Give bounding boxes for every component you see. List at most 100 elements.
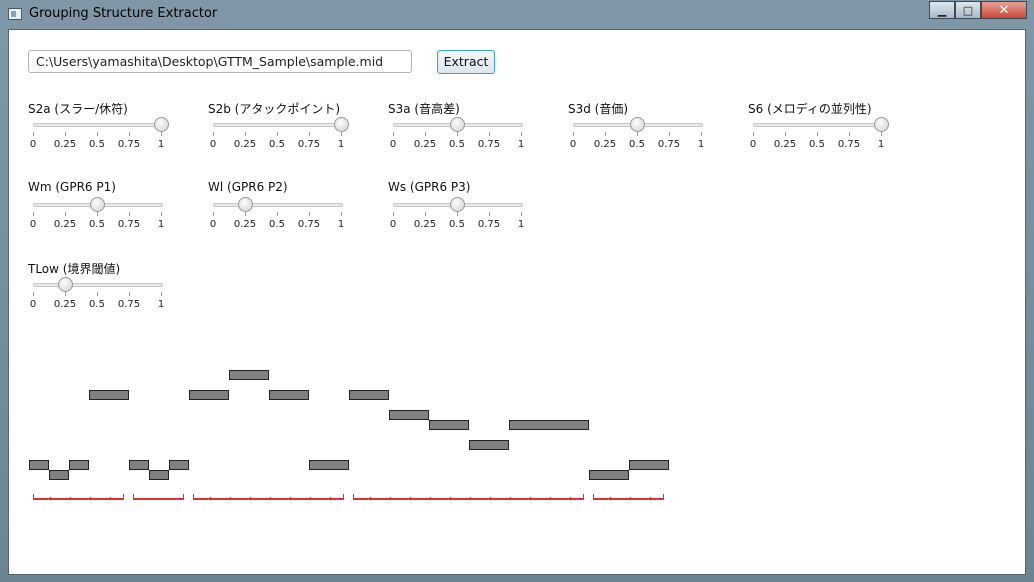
slider-tick-label: 0.5	[449, 219, 465, 230]
slider-label: Wl (GPR6 P2)	[208, 180, 288, 194]
slider-tick-label: 0	[389, 219, 397, 230]
slider-tick	[33, 292, 34, 296]
slider-tick-label: 0.5	[89, 219, 105, 230]
group-tick	[450, 497, 451, 500]
note-bar	[589, 470, 629, 480]
slider-s2a: S2a (スラー/休符) 0 0.25 0.5 0.75 1	[28, 100, 178, 160]
slider-tick	[669, 132, 670, 136]
close-icon: ✕	[998, 2, 1010, 18]
slider-label: S2a (スラー/休符)	[28, 102, 128, 116]
group-tick	[430, 497, 431, 500]
slider-tick	[425, 132, 426, 136]
slider-label: S3d (音価)	[568, 102, 629, 116]
group-tick	[570, 497, 571, 500]
note-bar	[629, 460, 669, 470]
note-bar	[149, 470, 169, 480]
slider-wl: Wl (GPR6 P2) 0 0.25 0.5 0.75 1	[208, 180, 358, 240]
slider-track[interactable]	[33, 123, 163, 127]
group-tick	[390, 497, 391, 500]
slider-tick-label: 1	[337, 139, 345, 150]
slider-tick-label: 1	[157, 219, 165, 230]
slider-tick-label: 0.75	[117, 139, 141, 150]
note-bar	[89, 390, 129, 400]
slider-tick-label: 0.25	[773, 139, 797, 150]
slider-thumb[interactable]	[90, 197, 105, 212]
slider-tick-label: 0.5	[269, 139, 285, 150]
slider-s2b: S2b (アタックポイント) 0 0.25 0.5 0.75 1	[208, 100, 358, 160]
slider-thumb[interactable]	[238, 197, 253, 212]
slider-tick-label: 0	[749, 139, 757, 150]
slider-tick	[213, 212, 214, 216]
slider-tick-label: 0.75	[837, 139, 861, 150]
slider-tick	[489, 132, 490, 136]
slider-label: S2b (アタックポイント)	[208, 102, 341, 116]
slider-tick	[605, 132, 606, 136]
file-path-input[interactable]: C:\Users\yamashita\Desktop\GTTM_Sample\s…	[28, 50, 412, 73]
slider-tick	[213, 132, 214, 136]
slider-tick-label: 0.75	[117, 219, 141, 230]
slider-tick	[277, 132, 278, 136]
group-tick	[510, 497, 511, 500]
slider-tick	[457, 212, 458, 216]
slider-tick-label: 0.5	[809, 139, 825, 150]
group-tick	[550, 497, 551, 500]
close-button[interactable]: ✕	[981, 1, 1027, 19]
extract-button[interactable]: Extract	[437, 50, 495, 74]
slider-thumb[interactable]	[450, 117, 465, 132]
slider-tick	[753, 132, 754, 136]
slider-thumb[interactable]	[450, 197, 465, 212]
note-bar	[429, 420, 469, 430]
slider-tlow: TLow (境界閾値) 0 0.25 0.5 0.75 1	[28, 260, 178, 320]
slider-thumb[interactable]	[58, 277, 73, 292]
slider-tick	[817, 132, 818, 136]
note-bar	[469, 440, 509, 450]
slider-track[interactable]	[33, 283, 163, 287]
slider-tick-label: 1	[517, 139, 525, 150]
group-tick	[210, 497, 211, 500]
group-bracket	[33, 494, 124, 500]
slider-tick	[161, 292, 162, 296]
maximize-button[interactable]: □	[955, 1, 981, 19]
slider-track[interactable]	[753, 123, 883, 127]
title-bar[interactable]: Grouping Structure Extractor ▁ □ ✕	[0, 0, 1034, 28]
note-bar	[169, 460, 189, 470]
group-tick	[470, 497, 471, 500]
note-bar	[509, 420, 589, 430]
slider-tick	[161, 132, 162, 136]
slider-tick-label: 0.75	[297, 219, 321, 230]
slider-tick-label: 1	[337, 219, 345, 230]
note-bar	[269, 390, 309, 400]
slider-track[interactable]	[213, 123, 343, 127]
slider-tick-label: 0	[209, 139, 217, 150]
slider-thumb[interactable]	[630, 117, 645, 132]
slider-tick	[521, 212, 522, 216]
minimize-button[interactable]: ▁	[929, 1, 955, 19]
slider-tick	[637, 132, 638, 136]
slider-tick-label: 0.75	[477, 219, 501, 230]
slider-tick-label: 0	[209, 219, 217, 230]
group-tick	[50, 497, 51, 500]
group-tick	[230, 497, 231, 500]
group-tick	[650, 497, 651, 500]
slider-tick-label: 0.5	[629, 139, 645, 150]
slider-s3a: S3a (音高差) 0 0.25 0.5 0.75 1	[388, 100, 538, 160]
slider-thumb[interactable]	[154, 117, 169, 132]
slider-thumb[interactable]	[874, 117, 889, 132]
client-area: C:\Users\yamashita\Desktop\GTTM_Sample\s…	[8, 29, 1026, 575]
slider-label: Wm (GPR6 P1)	[28, 180, 116, 194]
maximize-icon: □	[962, 3, 974, 17]
group-tick	[270, 497, 271, 500]
note-bar	[29, 460, 49, 470]
slider-tick-label: 0	[389, 139, 397, 150]
slider-tick-label: 0	[29, 139, 37, 150]
note-bar	[309, 460, 349, 470]
slider-tick-label: 1	[157, 139, 165, 150]
slider-tick-label: 0	[569, 139, 577, 150]
slider-track[interactable]	[213, 203, 343, 207]
slider-tick-label: 1	[877, 139, 885, 150]
slider-tick	[309, 132, 310, 136]
slider-tick-label: 0.5	[269, 219, 285, 230]
group-bracket	[353, 494, 584, 500]
slider-tick-label: 0.25	[53, 299, 77, 310]
slider-thumb[interactable]	[334, 117, 349, 132]
